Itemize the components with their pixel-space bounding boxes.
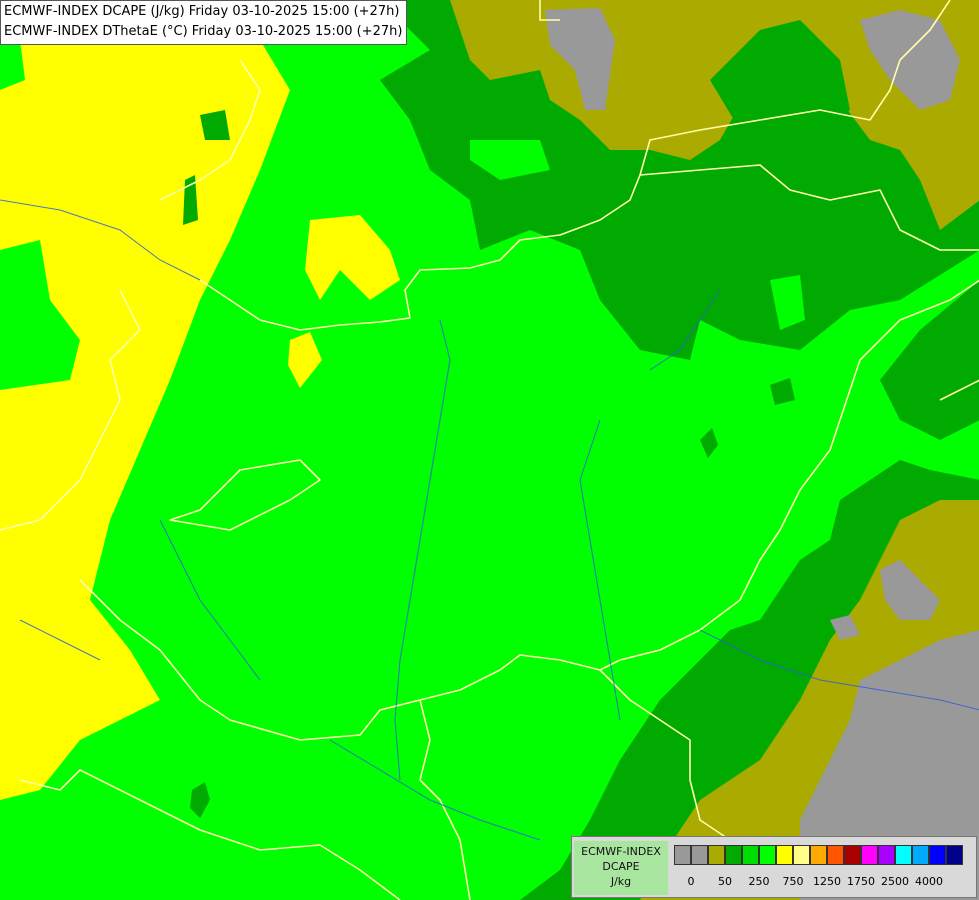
legend-tick: 250 — [748, 875, 770, 888]
legend-swatch — [827, 845, 844, 865]
legend-tick: 4000 — [915, 875, 943, 888]
title-line-1: ECMWF-INDEX DCAPE (J/kg) Friday 03-10-20… — [4, 4, 400, 19]
map-title-box: ECMWF-INDEX DCAPE (J/kg) Friday 03-10-20… — [0, 0, 408, 45]
legend-tick: 1250 — [813, 875, 841, 888]
legend-label-line-2: DCAPE — [602, 860, 640, 873]
legend-swatch — [776, 845, 793, 865]
legend-swatch — [844, 845, 861, 865]
legend-swatch — [674, 845, 691, 865]
legend-swatch — [810, 845, 827, 865]
legend-tick: 1750 — [847, 875, 875, 888]
legend-swatch — [878, 845, 895, 865]
color-legend: ECMWF-INDEX DCAPE J/kg 0 50 250 750 1250 1750… — [571, 836, 977, 898]
legend-tick: 0 — [687, 875, 695, 888]
legend-tick: 2500 — [881, 875, 909, 888]
legend-swatch — [895, 845, 912, 865]
legend-swatch — [946, 845, 963, 865]
weather-map — [0, 0, 979, 900]
legend-label: ECMWF-INDEX DCAPE J/kg — [574, 841, 668, 895]
legend-swatch — [725, 845, 742, 865]
legend-swatch — [861, 845, 878, 865]
legend-tick: 50 — [718, 875, 732, 888]
legend-swatch — [742, 845, 759, 865]
legend-label-line-3: J/kg — [610, 875, 632, 888]
legend-swatch — [708, 845, 725, 865]
legend-swatch — [912, 845, 929, 865]
title-line-2: ECMWF-INDEX DThetaE (°C) Friday 03-10-20… — [4, 24, 403, 39]
legend-tick: 750 — [782, 875, 804, 888]
dark-green-speck-5 — [200, 110, 230, 140]
legend-swatch — [759, 845, 776, 865]
green-strip-west — [0, 860, 60, 900]
legend-swatch — [793, 845, 810, 865]
legend-swatch — [691, 845, 708, 865]
legend-swatch — [929, 845, 946, 865]
legend-label-line-1: ECMWF-INDEX — [581, 845, 661, 858]
